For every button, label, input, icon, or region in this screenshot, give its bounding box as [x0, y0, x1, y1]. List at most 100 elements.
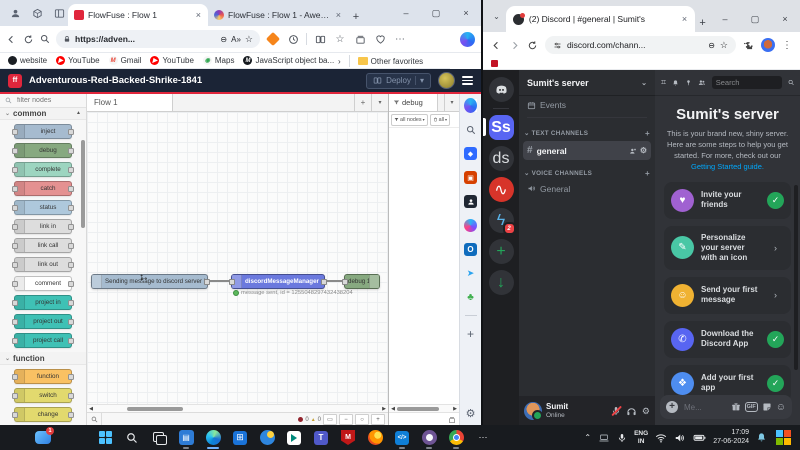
read-aloud-icon[interactable]: A»	[231, 35, 241, 44]
games-icon[interactable]: ♣	[464, 291, 477, 304]
onboarding-card[interactable]: ☺ Send your first message ›	[664, 277, 791, 314]
user-settings-icon[interactable]: ⚙	[642, 406, 650, 417]
zoom-out-button[interactable]: −	[339, 414, 353, 425]
address-text[interactable]: https://adven...	[75, 34, 216, 44]
add-flow-button[interactable]: +	[354, 94, 371, 111]
google-meet-icon[interactable]	[283, 427, 305, 449]
address-bar[interactable]: https://adven... ⊖ A» ☆	[56, 30, 260, 48]
shopping-icon[interactable]: ◆	[464, 147, 477, 160]
maximize-button[interactable]: ▢	[740, 6, 770, 32]
voice-channels-section[interactable]: ⌄ VOICE CHANNELS +	[519, 166, 655, 180]
battery-icon[interactable]	[693, 431, 706, 444]
designer-icon[interactable]	[464, 219, 477, 232]
edge-taskbar-icon[interactable]	[202, 427, 224, 449]
scroll-right-icon[interactable]: ▶	[451, 406, 459, 412]
tab-close-icon[interactable]: ×	[681, 14, 688, 24]
volume-icon[interactable]	[674, 432, 686, 444]
text-channels-section[interactable]: ⌄ TEXT CHANNELS +	[519, 126, 655, 140]
palette-category-function[interactable]: ⌄ function	[0, 352, 86, 365]
palette-node[interactable]: debug	[14, 143, 72, 158]
gift-icon[interactable]	[731, 402, 741, 412]
voice-channel-general[interactable]: General	[519, 180, 655, 197]
attach-plus-icon[interactable]: +	[666, 401, 678, 413]
server-sumits-server[interactable]: Ss	[489, 115, 514, 140]
device-icon[interactable]	[598, 432, 610, 444]
tab-flowfuse-flow1[interactable]: FlowFuse : Flow 1 ×	[68, 4, 208, 26]
sidebar-settings-icon[interactable]: ⚙	[466, 407, 476, 420]
getting-started-link[interactable]: Getting Started guide.	[691, 162, 764, 171]
minimize-button[interactable]: –	[710, 6, 740, 32]
show-desktop-widgets-icon[interactable]	[774, 427, 792, 449]
output-port[interactable]	[321, 279, 327, 285]
new-tab-button[interactable]: +	[695, 14, 710, 32]
extensions-puzzle-icon[interactable]	[743, 40, 754, 51]
start-button[interactable]	[94, 427, 116, 449]
split-screen-icon[interactable]	[313, 34, 327, 45]
member-list-icon[interactable]	[698, 77, 706, 88]
other-favorites-button[interactable]: Other favorites	[358, 57, 423, 66]
search-icon[interactable]	[40, 34, 50, 44]
input-port[interactable]	[229, 279, 235, 285]
debug-toggle-button[interactable]	[369, 275, 379, 288]
server-with-mentions[interactable]: ϟ2	[489, 208, 514, 233]
zoom-page-icon[interactable]: ⊖	[708, 41, 715, 50]
palette-category-common[interactable]: ⌄ common ▲	[0, 108, 86, 121]
search-icon[interactable]	[788, 78, 794, 87]
debug-tab[interactable]: debug	[389, 94, 438, 111]
threads-icon[interactable]: ⌗	[661, 77, 666, 88]
back-icon[interactable]	[491, 40, 502, 51]
weather-icon[interactable]	[256, 427, 278, 449]
tab-actions-icon[interactable]	[50, 4, 68, 22]
close-button[interactable]: ×	[451, 0, 481, 26]
output-port[interactable]	[204, 279, 210, 285]
palette-node[interactable]: link out	[14, 257, 72, 272]
hidden-icons-chevron[interactable]: ⌃	[584, 433, 591, 442]
palette-node[interactable]: project out	[14, 314, 72, 329]
favorite-star-icon[interactable]: ☆	[245, 34, 253, 45]
zoom-reset-button[interactable]: ○	[355, 414, 369, 425]
clear-log-dropdown[interactable]: all ▾	[430, 114, 450, 126]
hamburger-menu-icon[interactable]	[462, 76, 473, 85]
flow-tab[interactable]: Flow 1	[87, 94, 173, 111]
mcafee-icon[interactable]: M	[337, 427, 359, 449]
image-creator-icon[interactable]	[464, 195, 477, 208]
minimap-toggle-icon[interactable]: ▭	[323, 414, 337, 425]
palette-node[interactable]: complete	[14, 162, 72, 177]
profile-icon[interactable]	[6, 4, 24, 22]
copilot-sidebar-icon[interactable]	[464, 98, 477, 113]
scrollbar-thumb[interactable]	[794, 185, 798, 370]
add-server-icon[interactable]: +	[489, 239, 514, 264]
deploy-caret-icon[interactable]: ▾	[415, 76, 424, 85]
sidebar-search-icon[interactable]	[464, 123, 477, 136]
search-input[interactable]	[712, 76, 782, 89]
zoom-page-icon[interactable]: ⊖	[220, 35, 227, 44]
favorite-item[interactable]: ◉ Maps	[203, 56, 235, 65]
site-settings-icon[interactable]	[553, 41, 562, 50]
user-avatar[interactable]	[438, 72, 455, 89]
metamask-icon[interactable]	[266, 34, 280, 44]
inject-button[interactable]	[92, 275, 102, 288]
discord-message-node[interactable]: discordMessageManager	[231, 274, 325, 289]
new-tab-button[interactable]: +	[348, 8, 364, 26]
create-channel-icon[interactable]: +	[645, 169, 650, 178]
user-avatar[interactable]	[524, 402, 542, 420]
favorite-item[interactable]: website	[8, 56, 47, 65]
onboarding-card[interactable]: ♥ Invite your friends ✓	[664, 182, 791, 219]
onboarding-card[interactable]: ✎ Personalize your server with an icon ›	[664, 226, 791, 270]
palette-node[interactable]: project call	[14, 333, 72, 348]
debug-popout-icon[interactable]	[448, 416, 456, 424]
tab-discord[interactable]: (2) Discord | #general | Sumit's ×	[506, 6, 695, 32]
taskbar-overflow-icon[interactable]: ⋯	[472, 427, 494, 449]
tab-close-icon[interactable]: ×	[195, 10, 202, 20]
errors-icon[interactable]	[298, 417, 303, 422]
scroll-right-icon[interactable]: ▶	[380, 406, 388, 412]
language-indicator[interactable]: ENGIN	[634, 430, 648, 445]
input-port[interactable]	[342, 279, 348, 285]
deploy-button[interactable]: Deploy ▾	[366, 73, 431, 89]
emoji-icon[interactable]: ☺	[776, 402, 786, 413]
palette-node[interactable]: comment	[14, 276, 72, 291]
maximize-button[interactable]: ▢	[421, 0, 451, 26]
server-header[interactable]: Sumit's server ⌄	[519, 70, 655, 96]
tab-flowfuse-flow1-awesome[interactable]: FlowFuse : Flow 1 - Awesom ×	[208, 4, 348, 26]
clock[interactable]: 17:0927-06-2024	[713, 429, 749, 446]
